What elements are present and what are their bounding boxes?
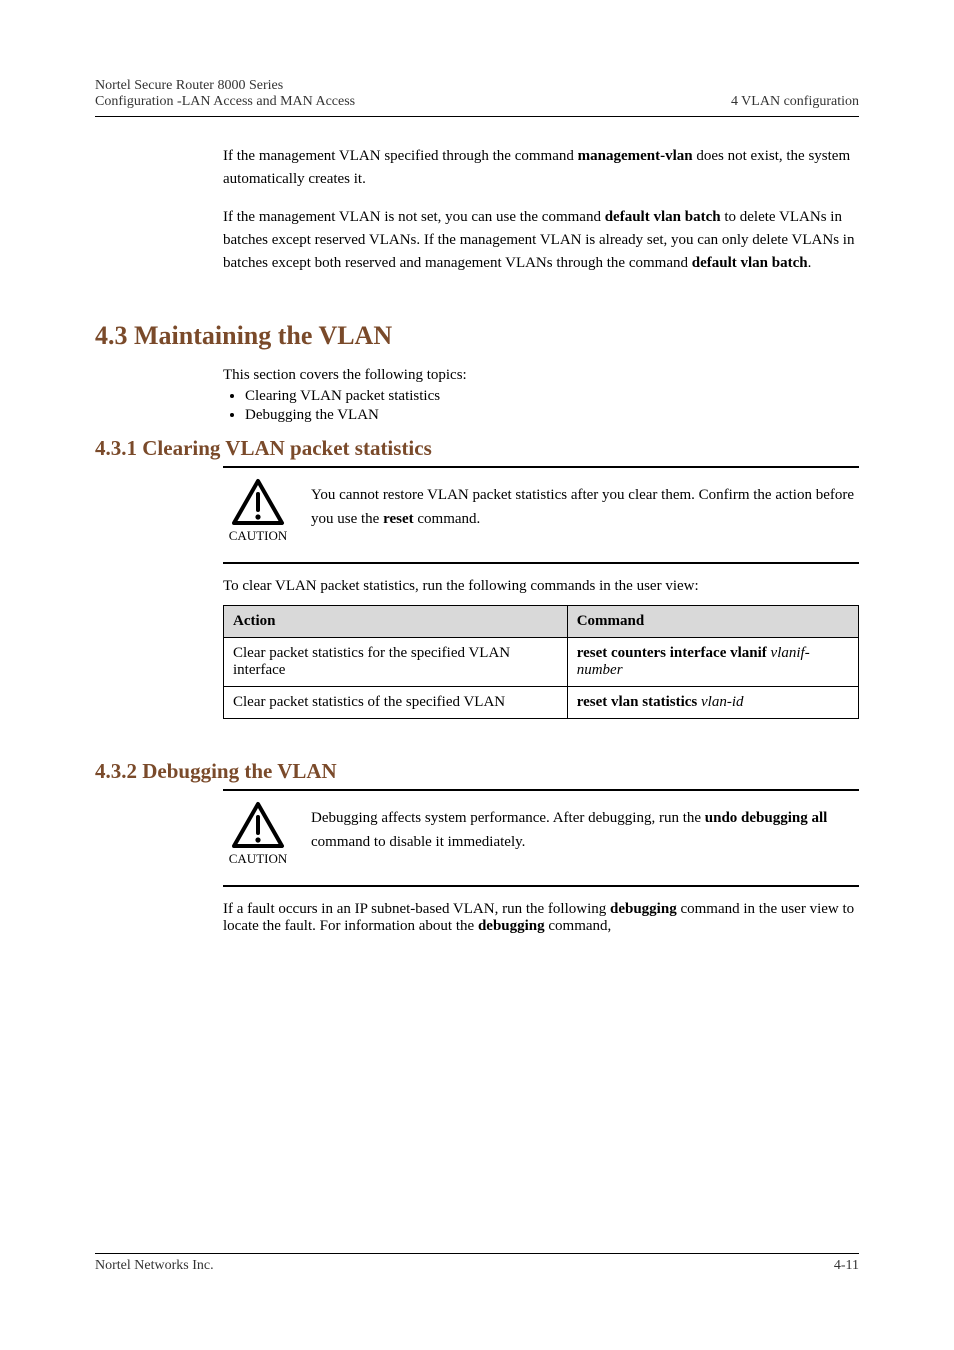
list-item: Clearing VLAN packet statistics xyxy=(245,388,859,405)
header-right-line1: 4 VLAN configuration xyxy=(731,94,859,110)
text: Debugging affects system performance. Af… xyxy=(311,810,705,826)
command-text: debugging xyxy=(610,901,677,917)
table-row: Clear packet statistics for the specifie… xyxy=(224,638,859,687)
table-cell-action: Clear packet statistics for the specifie… xyxy=(224,638,568,687)
command-arg: vlan-id xyxy=(701,694,744,710)
heading-4-3: 4.3 Maintaining the VLAN xyxy=(95,321,859,351)
caution-label: CAUTION xyxy=(223,528,293,544)
command-table: Action Command Clear packet statistics f… xyxy=(223,605,859,719)
text: command, xyxy=(545,918,612,934)
text: If a fault occurs in an IP subnet-based … xyxy=(223,901,610,917)
header-left-line1: Nortel Secure Router 8000 Series xyxy=(95,78,355,94)
footer-left: Nortel Networks Inc. xyxy=(95,1258,214,1274)
tail-paragraph: If a fault occurs in an IP subnet-based … xyxy=(223,901,859,935)
page-footer: Nortel Networks Inc. 4-11 xyxy=(95,1253,859,1274)
caution-icon: CAUTION xyxy=(223,801,293,867)
command-text: reset xyxy=(383,511,414,527)
table-row: Clear packet statistics of the specified… xyxy=(224,687,859,719)
intro-paragraph-1: If the management VLAN specified through… xyxy=(223,145,859,192)
command-text: reset vlan statistics xyxy=(577,694,698,710)
footer-rule xyxy=(95,1253,859,1254)
table-lead-in: To clear VLAN packet statistics, run the… xyxy=(223,578,859,595)
command-text: debugging xyxy=(478,918,545,934)
heading-4-3-2: 4.3.2 Debugging the VLAN xyxy=(95,759,859,784)
section-intro: This section covers the following topics… xyxy=(223,367,859,384)
caution-callout: CAUTION Debugging affects system perform… xyxy=(223,789,859,887)
text: command. xyxy=(414,511,481,527)
caution-icon: CAUTION xyxy=(223,478,293,544)
intro-paragraph-2: If the management VLAN is not set, you c… xyxy=(223,206,859,276)
table-cell-command: reset counters interface vlanif vlanif-n… xyxy=(567,638,858,687)
heading-4-3-1: 4.3.1 Clearing VLAN packet statistics xyxy=(95,436,859,461)
table-header-action: Action xyxy=(224,606,568,638)
caution-callout: CAUTION You cannot restore VLAN packet s… xyxy=(223,466,859,564)
text: . xyxy=(808,255,812,271)
text: If the management VLAN specified through… xyxy=(223,148,578,164)
caution-text: Debugging affects system performance. Af… xyxy=(311,801,859,867)
caution-text: You cannot restore VLAN packet statistic… xyxy=(311,478,859,544)
list-item: Debugging the VLAN xyxy=(245,407,859,424)
text: If the management VLAN is not set, you c… xyxy=(223,209,605,225)
header-rule xyxy=(95,116,859,117)
page-header: Nortel Secure Router 8000 Series Configu… xyxy=(95,78,859,116)
header-left-line2: Configuration -LAN Access and MAN Access xyxy=(95,94,355,110)
table-header-command: Command xyxy=(567,606,858,638)
command-text: reset counters interface vlanif xyxy=(577,645,767,661)
caution-label: CAUTION xyxy=(223,851,293,867)
table-cell-command: reset vlan statistics vlan-id xyxy=(567,687,858,719)
topic-list: Clearing VLAN packet statistics Debuggin… xyxy=(245,388,859,424)
command-text: undo debugging all xyxy=(705,810,828,826)
table-cell-action: Clear packet statistics of the specified… xyxy=(224,687,568,719)
text: command to disable it immediately. xyxy=(311,834,525,850)
footer-right: 4-11 xyxy=(834,1258,859,1274)
command-text: default vlan batch xyxy=(605,209,721,225)
command-text: default vlan batch xyxy=(692,255,808,271)
command-text: management-vlan xyxy=(578,148,693,164)
